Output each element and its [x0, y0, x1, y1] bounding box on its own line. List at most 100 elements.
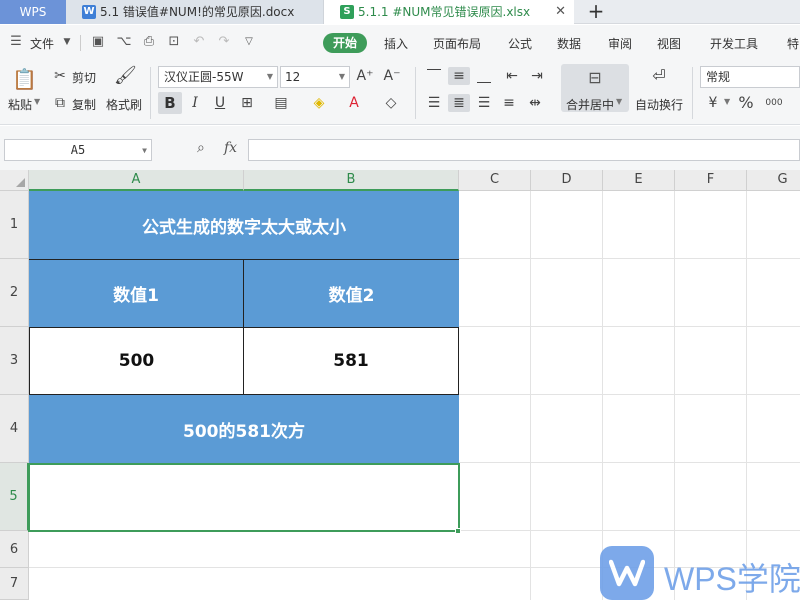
chevron-down-icon[interactable]: ▼ — [724, 97, 730, 106]
wrap-text-icon[interactable]: ⏎ — [646, 67, 672, 85]
menu-tab-formulas[interactable]: 公式 — [508, 35, 532, 52]
column-header-f[interactable]: F — [675, 170, 747, 191]
cell-a4-merged[interactable]: 500的581次方 — [29, 395, 459, 463]
increase-indent-icon[interactable]: ⇥ — [528, 67, 546, 85]
wps-home-tab[interactable]: WPS — [0, 0, 66, 24]
number-format-select[interactable]: 常规 — [700, 66, 800, 88]
italic-button[interactable]: I — [186, 94, 204, 112]
customize-toolbar-icon[interactable]: ▽ — [241, 34, 257, 50]
column-header-g[interactable]: G — [747, 170, 800, 191]
paste-icon[interactable]: 📋 — [12, 67, 37, 91]
file-menu[interactable]: 文件 — [30, 35, 54, 52]
paste-button[interactable]: 粘贴 — [8, 96, 32, 113]
document-tab-docx[interactable]: W 5.1 错误值#NUM!的常见原因.docx — [66, 0, 324, 24]
formula-input[interactable] — [248, 139, 800, 161]
menu-bar: ☰ 文件 ▼ ▣ ⌥ ⎙ ⊡ ↶ ↷ ▽ 开始 插入 页面布局 公式 数据 审阅… — [0, 25, 800, 61]
fill-pattern-icon[interactable]: ▤ — [272, 94, 290, 112]
row-header-1[interactable]: 1 — [0, 191, 29, 259]
cell-a3[interactable]: 500 — [29, 327, 244, 395]
menu-tab-developer[interactable]: 开发工具 — [710, 35, 758, 52]
underline-button[interactable]: U — [211, 94, 229, 112]
clear-format-icon[interactable]: ◇ — [382, 94, 400, 112]
font-size-value: 12 — [285, 70, 301, 84]
align-center-icon[interactable]: ≣ — [448, 94, 470, 112]
print-icon[interactable]: ⎙ — [141, 34, 157, 50]
menu-tab-page-layout[interactable]: 页面布局 — [433, 35, 481, 52]
row-header-7[interactable]: 7 — [0, 568, 29, 600]
thousands-separator-button[interactable]: 000 — [762, 94, 786, 112]
currency-icon[interactable]: ¥ — [704, 94, 722, 112]
font-name-value: 汉仪正圆-55W — [164, 70, 244, 84]
increase-font-icon[interactable]: A⁺ — [355, 67, 375, 85]
column-header-c[interactable]: C — [459, 170, 531, 191]
format-painter-button[interactable]: 格式刷 — [106, 96, 142, 113]
redo-icon[interactable]: ↷ — [216, 34, 232, 50]
justify-icon[interactable]: ≡ — [500, 94, 518, 112]
align-right-icon[interactable]: ☰ — [475, 94, 493, 112]
menu-tab-data[interactable]: 数据 — [557, 35, 581, 52]
menu-tab-more[interactable]: 特 — [787, 35, 799, 52]
row-header-4[interactable]: 4 — [0, 395, 29, 463]
fill-handle[interactable] — [455, 528, 461, 534]
cell-b3[interactable]: 581 — [243, 327, 459, 395]
percent-button[interactable]: % — [737, 94, 755, 112]
align-left-icon[interactable]: ☰ — [425, 94, 443, 112]
new-tab-button[interactable]: + — [584, 0, 608, 24]
cell-b2[interactable]: 数值2 — [244, 259, 459, 327]
column-header-a[interactable]: A — [29, 170, 244, 191]
format-brush-icon[interactable]: ⌥ — [116, 34, 132, 50]
cut-button[interactable]: 剪切 — [72, 69, 96, 86]
format-painter-icon[interactable]: 🖌 — [114, 67, 137, 85]
formula-bar: A5 ▼ ⌕ fx — [0, 126, 800, 170]
undo-icon[interactable]: ↶ — [191, 34, 207, 50]
gridline — [674, 191, 675, 600]
chevron-down-icon[interactable]: ▼ — [616, 97, 622, 106]
insert-function-button[interactable]: fx — [224, 140, 237, 156]
align-bottom-icon[interactable]: ⎽ — [475, 67, 493, 85]
row-header-3[interactable]: 3 — [0, 327, 29, 395]
menu-tab-insert[interactable]: 插入 — [384, 35, 408, 52]
row-header-5[interactable]: 5 — [0, 463, 29, 531]
divider — [150, 67, 151, 119]
decrease-indent-icon[interactable]: ⇤ — [503, 67, 521, 85]
distributed-align-icon[interactable]: ⇹ — [525, 94, 545, 112]
decrease-font-icon[interactable]: A⁻ — [382, 67, 402, 85]
column-header-e[interactable]: E — [603, 170, 675, 191]
fill-color-icon[interactable]: ◈ — [310, 94, 328, 112]
wrap-text-button[interactable]: 自动换行 — [635, 96, 683, 113]
name-box-value: A5 — [70, 143, 86, 157]
align-middle-icon[interactable]: ≡ — [448, 67, 470, 85]
watermark-text: WPS学院 — [664, 561, 800, 597]
font-name-select[interactable]: 汉仪正圆-55W ▼ — [158, 66, 278, 88]
row-header-6[interactable]: 6 — [0, 531, 29, 568]
font-color-icon[interactable]: A — [345, 94, 363, 112]
cell-a2[interactable]: 数值1 — [29, 259, 244, 327]
menu-tab-home[interactable]: 开始 — [323, 33, 367, 53]
borders-icon[interactable]: ⊞ — [238, 94, 256, 112]
close-tab-icon[interactable]: ✕ — [555, 0, 566, 24]
chevron-down-icon[interactable]: ▼ — [34, 97, 40, 106]
zoom-search-icon[interactable]: ⌕ — [197, 140, 205, 156]
chevron-down-icon[interactable]: ▼ — [59, 34, 75, 50]
wps-academy-logo — [600, 546, 654, 600]
copy-button[interactable]: 复制 — [72, 96, 96, 113]
bold-button[interactable]: B — [158, 92, 182, 114]
row-header-2[interactable]: 2 — [0, 259, 29, 327]
menu-tab-review[interactable]: 审阅 — [608, 35, 632, 52]
print-preview-icon[interactable]: ⊡ — [166, 34, 182, 50]
hamburger-menu-icon[interactable]: ☰ — [8, 34, 24, 50]
column-header-d[interactable]: D — [531, 170, 603, 191]
save-icon[interactable]: ▣ — [90, 34, 106, 50]
cell-a1-title[interactable]: 公式生成的数字太大或太小 — [29, 191, 459, 259]
align-top-icon[interactable]: ⎺ — [425, 67, 443, 85]
name-box[interactable]: A5 ▼ — [4, 139, 152, 161]
document-tab-xlsx[interactable]: S 5.1.1 #NUM常见错误原因.xlsx ✕ — [324, 0, 574, 24]
select-all-corner[interactable] — [0, 170, 29, 191]
column-header-b[interactable]: B — [244, 170, 459, 191]
active-cell-selection — [28, 463, 460, 532]
chevron-down-icon: ▼ — [338, 72, 345, 81]
title-bar: WPS W 5.1 错误值#NUM!的常见原因.docx S 5.1.1 #NU… — [0, 0, 800, 24]
font-size-select[interactable]: 12 ▼ — [280, 66, 350, 88]
divider — [415, 67, 416, 119]
menu-tab-view[interactable]: 视图 — [657, 35, 681, 52]
